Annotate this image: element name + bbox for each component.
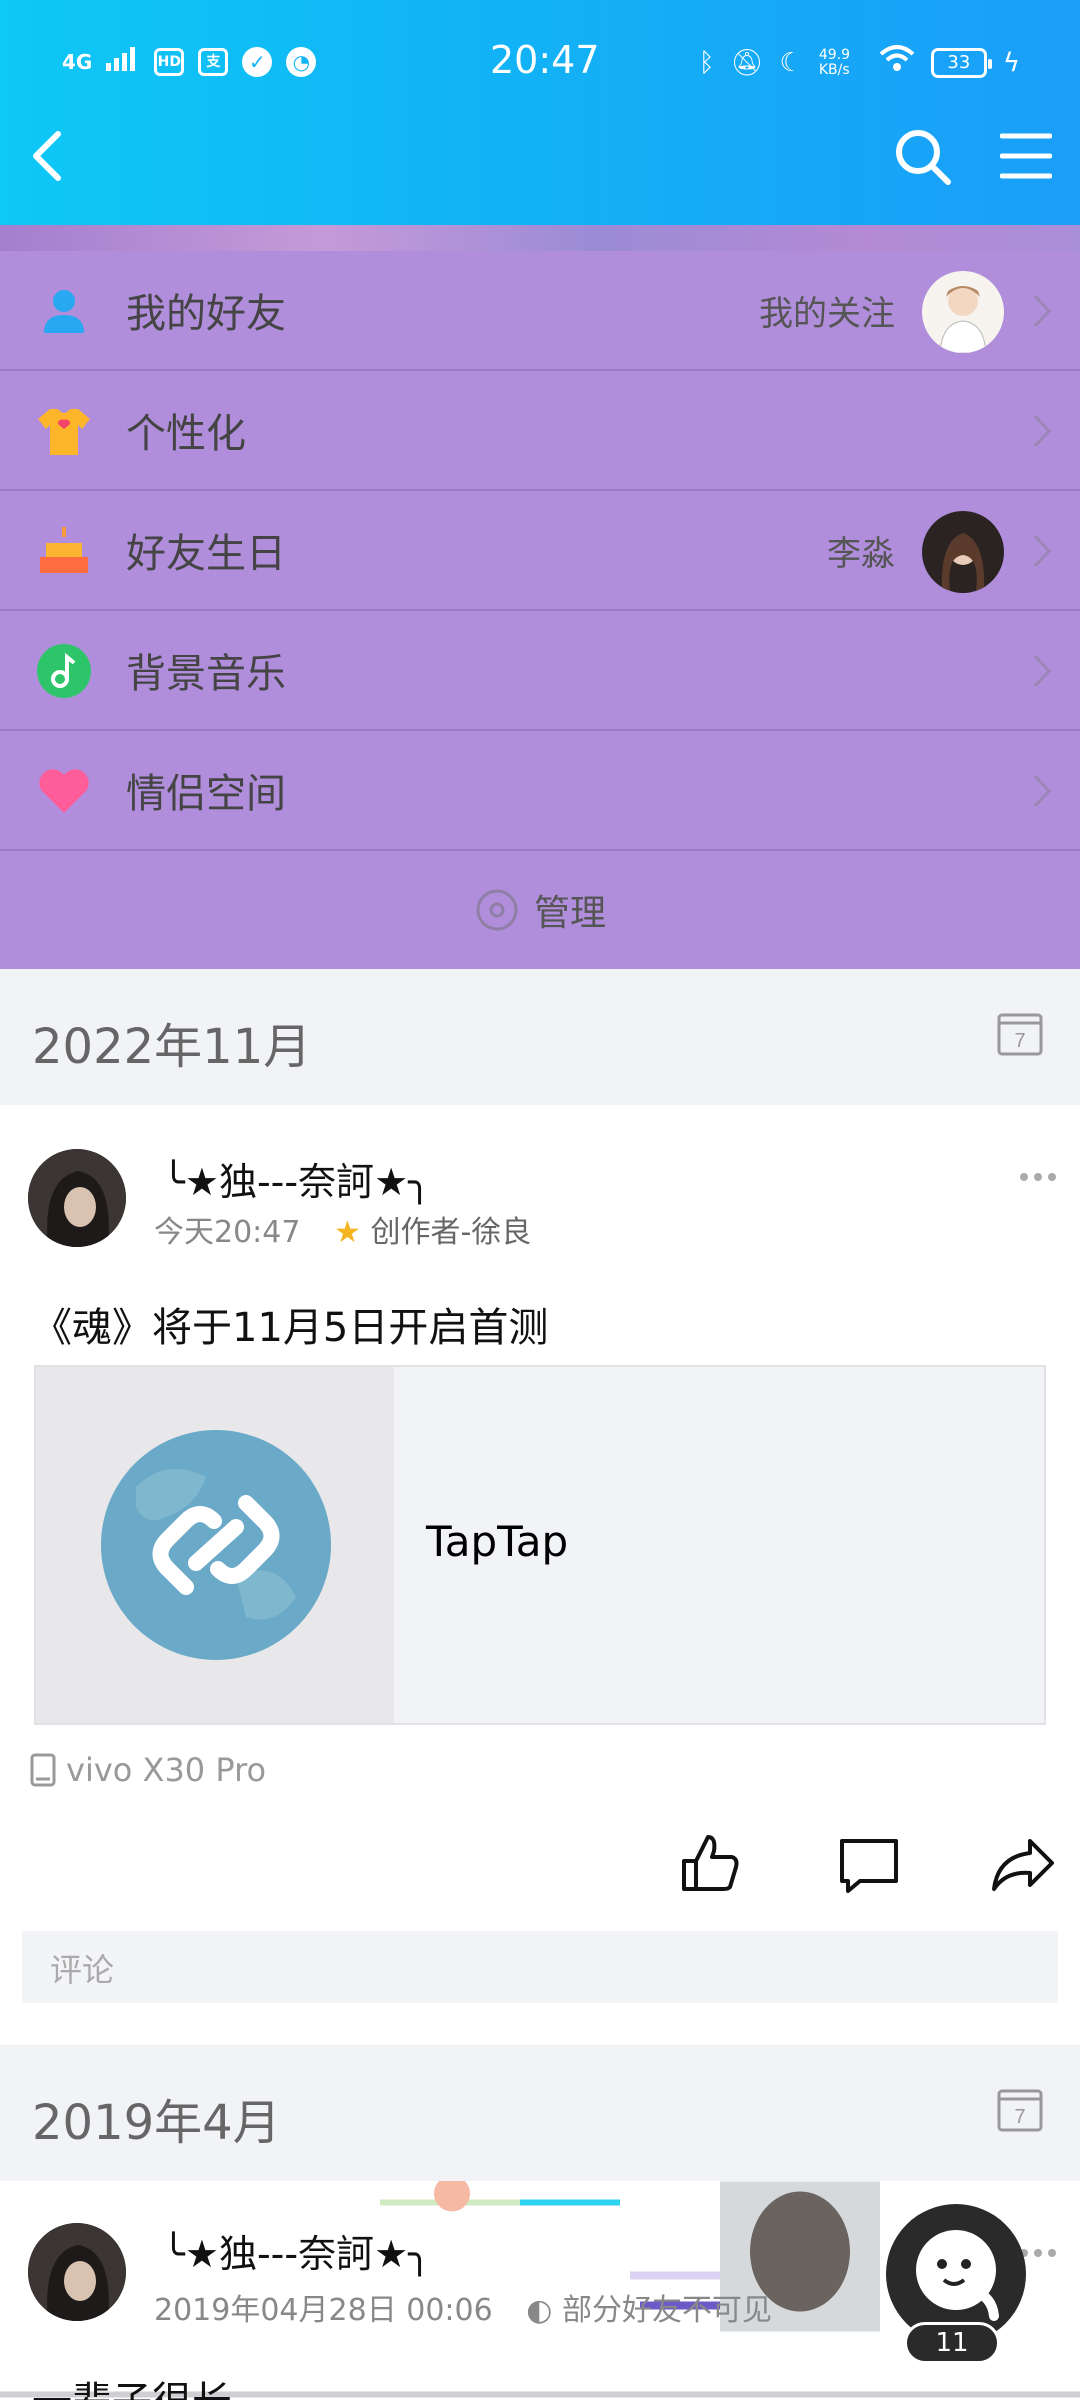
chevron-right-icon (1033, 774, 1052, 808)
chevron-right-icon (1033, 534, 1052, 568)
svg-text:7: 7 (1014, 1030, 1025, 1052)
more-options-icon[interactable] (1018, 1171, 1058, 1183)
decorative-banner-strip (0, 225, 1080, 251)
menu-item-label: 背景音乐 (126, 651, 286, 697)
link-globe-icon (101, 1430, 331, 1660)
menu-item-label: 个性化 (126, 411, 246, 457)
gear-icon (476, 889, 518, 931)
comment-icon[interactable] (836, 1831, 902, 1897)
menu-item-personalize[interactable]: 个性化 (0, 371, 1080, 491)
notification-count: 11 (904, 2322, 1000, 2364)
date-label: 2019年4月 (32, 2095, 281, 2151)
creator-badge: 创作者-徐良 (370, 1215, 532, 1250)
chevron-right-icon (1033, 654, 1052, 688)
back-arrow-icon[interactable] (24, 126, 74, 186)
star-icon: ★ (334, 1215, 361, 1250)
menu-item-extra: 李淼 (827, 533, 895, 574)
heart-icon (39, 769, 89, 813)
menu-item-couple-space[interactable]: 情侣空间 (0, 731, 1080, 851)
top-bar: 4G HD 支 ✓ ◔ 20:47 ᛒ 🔕︎ ☾ 49.9 KB/s 33 ϟ (0, 0, 1080, 225)
avatar (922, 511, 1004, 593)
post-text: 《魂》将于11月5日开启首测 (32, 1305, 549, 1351)
device-label: vivo X30 Pro (66, 1751, 267, 1789)
net-speed: 49.9 KB/s (818, 47, 851, 78)
check-icon: ✓ (242, 46, 273, 77)
menu-item-extra: 我的关注 (759, 293, 895, 334)
battery-icon: 33 (930, 48, 992, 78)
hamburger-menu-icon[interactable] (1000, 130, 1052, 182)
link-title: TapTap (426, 1517, 569, 1566)
calendar-icon[interactable]: 7 (996, 2085, 1044, 2133)
visibility-icon: ◐ (526, 2293, 553, 2328)
menu-panel: 我的好友 我的关注 个性化 好友生日 李淼 背景音乐 情侣空间 管理 (0, 251, 1080, 969)
avatar (922, 271, 1004, 353)
charging-icon: ϟ (1002, 48, 1020, 78)
comment-input[interactable]: 评论 (22, 1931, 1058, 2003)
shirt-icon (38, 409, 90, 455)
chevron-right-icon (1033, 414, 1052, 448)
clock: 20:47 (490, 38, 600, 82)
share-icon[interactable] (990, 1831, 1056, 1897)
moon-icon: ☾ (779, 48, 803, 78)
author-avatar[interactable] (28, 1149, 126, 1247)
author-avatar[interactable] (28, 2223, 126, 2321)
cake-icon (40, 527, 88, 573)
phone-icon (30, 1753, 56, 1787)
hd-badge: HD (154, 47, 185, 76)
date-header: 2019年4月 7 (0, 2045, 1080, 2181)
friends-icon (44, 290, 84, 333)
post-meta: 今天20:47 ★ 创作者-徐良 (154, 1207, 531, 1251)
chevron-right-icon (1033, 294, 1052, 328)
author-name[interactable]: ╰★独---奈訶★╮ (162, 2223, 431, 2278)
nav-bar (0, 120, 1080, 190)
date-label: 2022年11月 (32, 1019, 312, 1075)
device-info: vivo X30 Pro (30, 1751, 266, 1789)
alipay-icon: 支 (198, 47, 229, 76)
post-time: 2019年04月28日 00:06 (154, 2293, 493, 2328)
menu-item-label: 情侣空间 (126, 771, 286, 817)
post-card: ╰★独---奈訶★╮ 今天20:47 ★ 创作者-徐良 《魂》将于11月5日开启… (0, 1105, 1080, 2045)
manage-button[interactable]: 管理 (0, 851, 1080, 969)
wifi-icon (879, 44, 915, 82)
post-meta: 2019年04月28日 00:06 ◐ 部分好友不可见 (154, 2285, 772, 2329)
network-label: 4G (62, 49, 93, 74)
date-header: 2022年11月 7 (0, 969, 1080, 1105)
like-icon[interactable] (676, 1831, 742, 1897)
author-name[interactable]: ╰★独---奈訶★╮ (162, 1151, 431, 1206)
menu-item-label: 好友生日 (126, 531, 286, 577)
search-icon[interactable] (892, 126, 952, 186)
bluetooth-icon: ᛒ (698, 48, 715, 78)
menu-item-friends[interactable]: 我的好友 我的关注 (0, 251, 1080, 371)
svg-text:7: 7 (1014, 2106, 1025, 2128)
menu-item-label: 我的好友 (126, 291, 286, 337)
status-bar: 4G HD 支 ✓ ◔ 20:47 ᛒ 🔕︎ ☾ 49.9 KB/s 33 ϟ (0, 38, 1080, 88)
menu-item-birthday[interactable]: 好友生日 李淼 (0, 491, 1080, 611)
mute-bell-icon: 🔕︎ (730, 48, 764, 78)
link-preview[interactable]: TapTap (34, 1365, 1046, 1725)
menu-item-music[interactable]: 背景音乐 (0, 611, 1080, 731)
calendar-icon[interactable]: 7 (996, 1009, 1044, 1057)
speedometer-icon: ◔ (286, 46, 317, 77)
post-text: 一辈子很长 (32, 2369, 232, 2400)
signal-icon (106, 44, 140, 79)
visibility-label: 部分好友不可见 (561, 2293, 772, 2328)
manage-label: 管理 (533, 893, 606, 934)
post-time: 今天20:47 (154, 1215, 301, 1250)
music-icon (37, 644, 91, 698)
link-thumbnail (36, 1367, 394, 1723)
